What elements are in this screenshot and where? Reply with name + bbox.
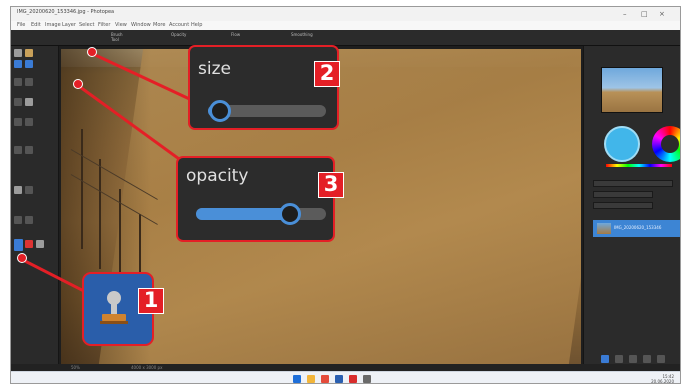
menu-filter[interactable]: Filter [98,22,110,28]
menu-window[interactable]: Window [131,22,151,28]
size-label: size [198,59,231,79]
menu-select[interactable]: Select [79,22,94,28]
path-tool-icon[interactable] [25,186,33,194]
opacity-label: opacity [186,166,249,186]
os-taskbar: 15:42 20.06.2020 [11,371,680,384]
heal-tool-icon[interactable] [14,98,22,106]
lasso-tool-icon[interactable] [25,60,33,68]
close-icon[interactable]: × [659,10,665,18]
menu-help[interactable]: Help [191,22,202,28]
layer-opacity-field[interactable] [593,191,653,198]
maximize-icon[interactable]: □ [641,10,648,18]
tab-opacity[interactable]: Opacity [171,32,186,40]
menu-view[interactable]: View [115,22,127,28]
folder-icon[interactable] [25,49,33,57]
callout-size: size 2 [188,45,340,130]
zoom-level: 50% [71,365,80,370]
callout-2-anchor [87,47,97,57]
size-slider-knob[interactable] [209,100,231,122]
layer-fill-field[interactable] [593,202,653,209]
new-layer-icon[interactable] [601,355,609,363]
browser-icon[interactable] [321,375,329,383]
menu-edit[interactable]: Edit [31,22,41,28]
tab-brush[interactable]: Brush Tool [111,32,123,42]
tab-smoothing[interactable]: Smoothing [291,32,313,40]
trash-icon[interactable] [657,355,665,363]
blur-tool-icon[interactable] [14,146,22,154]
opacity-slider[interactable] [196,203,326,225]
status-bar: 50% 4000 x 3000 px [11,364,680,371]
move-tool-icon[interactable] [14,49,22,57]
adjustment-icon[interactable] [629,355,637,363]
layer-name: IMG_20200620_153346 [614,225,662,230]
menu-more[interactable]: More [153,22,165,28]
minimize-icon[interactable]: – [623,10,627,18]
hue-strip[interactable] [606,164,672,167]
fill-tool-icon[interactable] [25,118,33,126]
callout-1-anchor [17,253,27,263]
dodge-tool-icon[interactable] [25,146,33,154]
menu-account[interactable]: Account [169,22,189,28]
menu-image[interactable]: Image [45,22,61,28]
window-title: IMG_20200620_153346.jpg - Photopea [17,9,115,15]
color-wheel-icon[interactable] [652,126,680,162]
size-slider[interactable] [208,100,326,122]
color-swatch-circle[interactable] [604,126,640,162]
clock-date: 20.06.2020 [651,379,674,384]
text-tool-icon[interactable] [14,186,22,194]
menu-layer[interactable]: Layer [62,22,76,28]
navigator-thumbnail[interactable] [601,67,663,113]
toolbox [11,46,59,364]
taskbar-clock: 15:42 20.06.2020 [651,374,674,384]
hand-tool-icon[interactable] [14,216,22,224]
callout-opacity: opacity 3 [176,156,344,242]
mask-icon[interactable] [615,355,623,363]
image-size: 4000 x 3000 px [131,365,163,370]
clone-stamp-tool-icon[interactable] [14,239,23,251]
callout-3-badge: 3 [318,172,344,198]
zoom-tool-icon[interactable] [25,216,33,224]
file-explorer-icon[interactable] [307,375,315,383]
stamp-icon [100,291,128,324]
folder-icon[interactable] [643,355,651,363]
title-bar: IMG_20200620_153346.jpg - Photopea – □ × [11,7,680,21]
layer-thumbnail [597,223,611,234]
fence-post [81,129,83,249]
opacity-slider-knob[interactable] [279,203,301,225]
opacity-slider-fill [196,208,290,220]
eraser-tool-icon[interactable] [14,118,22,126]
foreground-color-swatch[interactable] [25,240,33,248]
layer-row[interactable]: IMG_20200620_153346 [593,220,680,237]
callout-tool: 1 [82,272,164,346]
callout-2-badge: 2 [314,61,340,87]
callout-3-anchor [73,79,83,89]
menu-bar: File Edit Image Layer Select Filter View… [11,21,680,30]
background-color-swatch[interactable] [36,240,44,248]
select-tool-icon[interactable] [14,60,22,68]
crop-tool-icon[interactable] [14,78,22,86]
eyedropper-icon[interactable] [25,78,33,86]
fence-post [99,159,101,269]
opera-icon[interactable] [349,375,357,383]
menu-file[interactable]: File [17,22,25,28]
tab-flow[interactable]: Flow [231,32,240,40]
start-icon[interactable] [293,375,301,383]
brush-tool-icon[interactable] [25,98,33,106]
canvas-field [98,49,581,364]
blend-mode-select[interactable] [593,180,673,187]
store-icon[interactable] [335,375,343,383]
callout-1-badge: 1 [138,288,164,314]
app-icon[interactable] [363,375,371,383]
